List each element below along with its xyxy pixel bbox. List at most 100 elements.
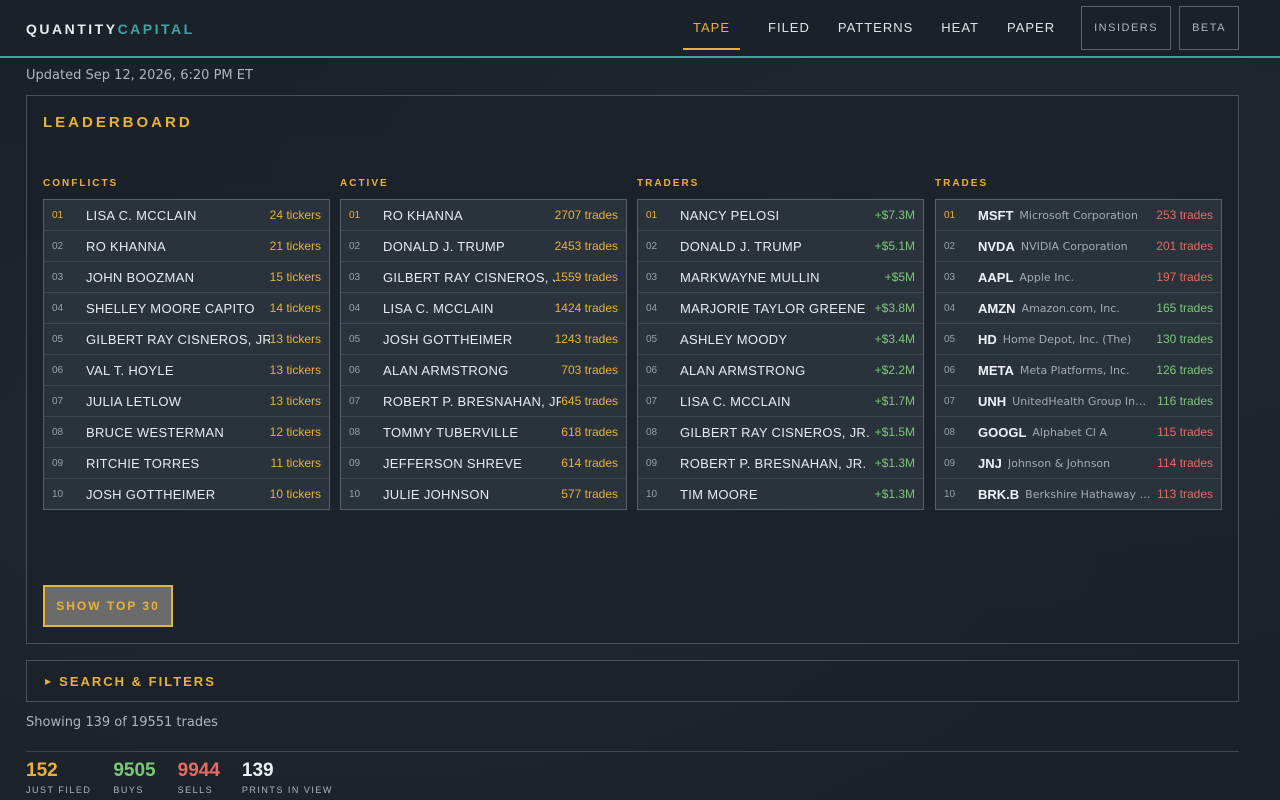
- traders-row[interactable]: 04 MARJORIE TAYLOR GREENE +$3.8M: [638, 292, 923, 323]
- metric-value: 2707 trades: [554, 208, 618, 222]
- conflicts-row[interactable]: 07 JULIA LETLOW 13 tickers: [44, 385, 329, 416]
- show-top-30-button[interactable]: SHOW TOP 30: [43, 585, 173, 627]
- metric-value: +$1.3M: [874, 456, 915, 470]
- nav-patterns[interactable]: PATTERNS: [838, 0, 913, 50]
- trades-row[interactable]: 01 MSFT Microsoft Corporation 253 trades: [936, 200, 1221, 230]
- company-name: Home Depot, Inc. (The): [1002, 332, 1132, 346]
- active-row[interactable]: 09 JEFFERSON SHREVE 614 trades: [341, 447, 626, 478]
- rank-number: 10: [52, 488, 64, 500]
- rank-number: 08: [646, 426, 658, 438]
- trades-row[interactable]: 10 BRK.B Berkshire Hathaway Inc.... 113 tra…: [936, 478, 1221, 509]
- active-row[interactable]: 07 ROBERT P. BRESNAHAN, JR. 645 trades: [341, 385, 626, 416]
- trades-row[interactable]: 09 JNJ Johnson & Johnson 114 trades: [936, 447, 1221, 478]
- trade-count: 165 trades: [1156, 301, 1213, 315]
- showing-count: Showing 139 of 19551 trades: [26, 715, 218, 730]
- rank-number: 02: [646, 240, 658, 252]
- rank-number: 03: [646, 271, 658, 283]
- trades-row[interactable]: 03 AAPL Apple Inc. 197 trades: [936, 261, 1221, 292]
- rank-number: 05: [52, 333, 64, 345]
- active-row[interactable]: 03 GILBERT RAY CISNEROS, JR. 1559 trades: [341, 261, 626, 292]
- trade-count: 115 trades: [1157, 425, 1213, 439]
- rank-number: 10: [944, 488, 956, 500]
- main-nav: TAPE FILED PATTERNS HEAT PAPER INSIDERS …: [683, 0, 1239, 56]
- active-row[interactable]: 02 DONALD J. TRUMP 2453 trades: [341, 230, 626, 261]
- member-name: ROBERT P. BRESNAHAN, JR.: [680, 455, 867, 471]
- conflicts-column: CONFLICTS 01 LISA C. MCCLAIN 24 tickers 02 R…: [43, 178, 330, 510]
- traders-row[interactable]: 08 GILBERT RAY CISNEROS, JR. +$1.5M: [638, 416, 923, 447]
- conflicts-row[interactable]: 10 JOSH GOTTHEIMER 10 tickers: [44, 478, 329, 509]
- insiders-button[interactable]: INSIDERS: [1081, 6, 1172, 50]
- active-row[interactable]: 08 TOMMY TUBERVILLE 618 trades: [341, 416, 626, 447]
- company-name: Johnson & Johnson: [1007, 456, 1111, 470]
- metric-value: 11 tickers: [270, 456, 321, 470]
- rank-number: 05: [944, 333, 956, 345]
- conflicts-row[interactable]: 02 RO KHANNA 21 tickers: [44, 230, 329, 261]
- conflicts-row[interactable]: 05 GILBERT RAY CISNEROS, JR. 13 tickers: [44, 323, 329, 354]
- traders-row[interactable]: 03 MARKWAYNE MULLIN +$5M: [638, 261, 923, 292]
- rank-number: 04: [349, 302, 361, 314]
- trade-count: 130 trades: [1156, 332, 1213, 346]
- traders-row[interactable]: 01 NANCY PELOSI +$7.3M: [638, 200, 923, 230]
- search-filters-toggle[interactable]: ▶ SEARCH & FILTERS: [26, 660, 1239, 702]
- trades-row[interactable]: 07 UNH UnitedHealth Group Incor... 116 trad…: [936, 385, 1221, 416]
- nav-heat[interactable]: HEAT: [941, 0, 979, 50]
- active-row[interactable]: 05 JOSH GOTTHEIMER 1243 trades: [341, 323, 626, 354]
- trade-count: 114 trades: [1157, 456, 1213, 470]
- beta-button[interactable]: BETA: [1179, 6, 1239, 50]
- ticker-symbol: JNJ: [978, 455, 1002, 471]
- conflicts-row[interactable]: 08 BRUCE WESTERMAN 12 tickers: [44, 416, 329, 447]
- trades-row[interactable]: 02 NVDA NVIDIA Corporation 201 trades: [936, 230, 1221, 261]
- rank-number: 08: [944, 426, 956, 438]
- traders-row[interactable]: 02 DONALD J. TRUMP +$5.1M: [638, 230, 923, 261]
- traders-row[interactable]: 05 ASHLEY MOODY +$3.4M: [638, 323, 923, 354]
- stat-prints-in-view: 139 PRINTS IN VIEW: [242, 760, 333, 795]
- traders-row[interactable]: 10 TIM MOORE +$1.3M: [638, 478, 923, 509]
- nav-filed[interactable]: FILED: [768, 0, 810, 50]
- conflicts-row[interactable]: 09 RITCHIE TORRES 11 tickers: [44, 447, 329, 478]
- trades-column: TRADES 01 MSFT Microsoft Corporation 253 tr…: [935, 178, 1222, 510]
- conflicts-row[interactable]: 03 JOHN BOOZMAN 15 tickers: [44, 261, 329, 292]
- conflicts-row[interactable]: 06 VAL T. HOYLE 13 tickers: [44, 354, 329, 385]
- nav-paper[interactable]: PAPER: [1007, 0, 1055, 50]
- traders-row[interactable]: 09 ROBERT P. BRESNAHAN, JR. +$1.3M: [638, 447, 923, 478]
- member-name: JULIA LETLOW: [86, 393, 182, 409]
- active-row[interactable]: 06 ALAN ARMSTRONG 703 trades: [341, 354, 626, 385]
- rank-number: 02: [349, 240, 361, 252]
- trades-row[interactable]: 05 HD Home Depot, Inc. (The) 130 trades: [936, 323, 1221, 354]
- metric-value: 618 trades: [561, 425, 618, 439]
- member-name: BRUCE WESTERMAN: [86, 424, 225, 440]
- logo[interactable]: QUANTITYCAPITAL: [26, 21, 195, 37]
- trades-row[interactable]: 06 META Meta Platforms, Inc. 126 trades: [936, 354, 1221, 385]
- member-name: SHELLEY MOORE CAPITO: [86, 300, 255, 316]
- metric-value: 13 tickers: [269, 394, 321, 408]
- company-name: Microsoft Corporation: [1019, 208, 1138, 222]
- metric-value: 1559 trades: [554, 270, 618, 284]
- conflicts-row[interactable]: 01 LISA C. MCCLAIN 24 tickers: [44, 200, 329, 230]
- member-name: GILBERT RAY CISNEROS, JR.: [383, 269, 555, 285]
- metric-value: 21 tickers: [269, 239, 321, 253]
- trades-row[interactable]: 04 AMZN Amazon.com, Inc. 165 trades: [936, 292, 1221, 323]
- traders-row[interactable]: 07 LISA C. MCCLAIN +$1.7M: [638, 385, 923, 416]
- ticker-symbol: HD: [978, 331, 997, 347]
- stat-label: JUST FILED: [26, 785, 92, 795]
- updated-timestamp: Updated Sep 12, 2026, 6:20 PM ET: [26, 68, 253, 83]
- trades-row[interactable]: 08 GOOGL Alphabet Cl A 115 trades: [936, 416, 1221, 447]
- active-row[interactable]: 04 LISA C. MCCLAIN 1424 trades: [341, 292, 626, 323]
- metric-value: 577 trades: [561, 487, 618, 501]
- active-row[interactable]: 10 JULIE JOHNSON 577 trades: [341, 478, 626, 509]
- traders-column: TRADERS 01 NANCY PELOSI +$7.3M 02 DONALD J. …: [637, 178, 924, 510]
- conflicts-row[interactable]: 04 SHELLEY MOORE CAPITO 14 tickers: [44, 292, 329, 323]
- metric-value: 13 tickers: [269, 363, 321, 377]
- logo-part-a: QUANTITY: [26, 21, 118, 37]
- company-name: NVIDIA Corporation: [1020, 239, 1128, 253]
- trades-title: TRADES: [935, 178, 989, 189]
- member-name: JULIE JOHNSON: [383, 486, 490, 502]
- metric-value: 2453 trades: [554, 239, 618, 253]
- rank-number: 03: [52, 271, 64, 283]
- nav-tape[interactable]: TAPE: [683, 0, 741, 50]
- active-row[interactable]: 01 RO KHANNA 2707 trades: [341, 200, 626, 230]
- company-name: Berkshire Hathaway Inc....: [1025, 487, 1158, 501]
- ticker-symbol: AMZN: [978, 300, 1016, 316]
- traders-row[interactable]: 06 ALAN ARMSTRONG +$2.2M: [638, 354, 923, 385]
- company-name: Alphabet Cl A: [1032, 425, 1107, 439]
